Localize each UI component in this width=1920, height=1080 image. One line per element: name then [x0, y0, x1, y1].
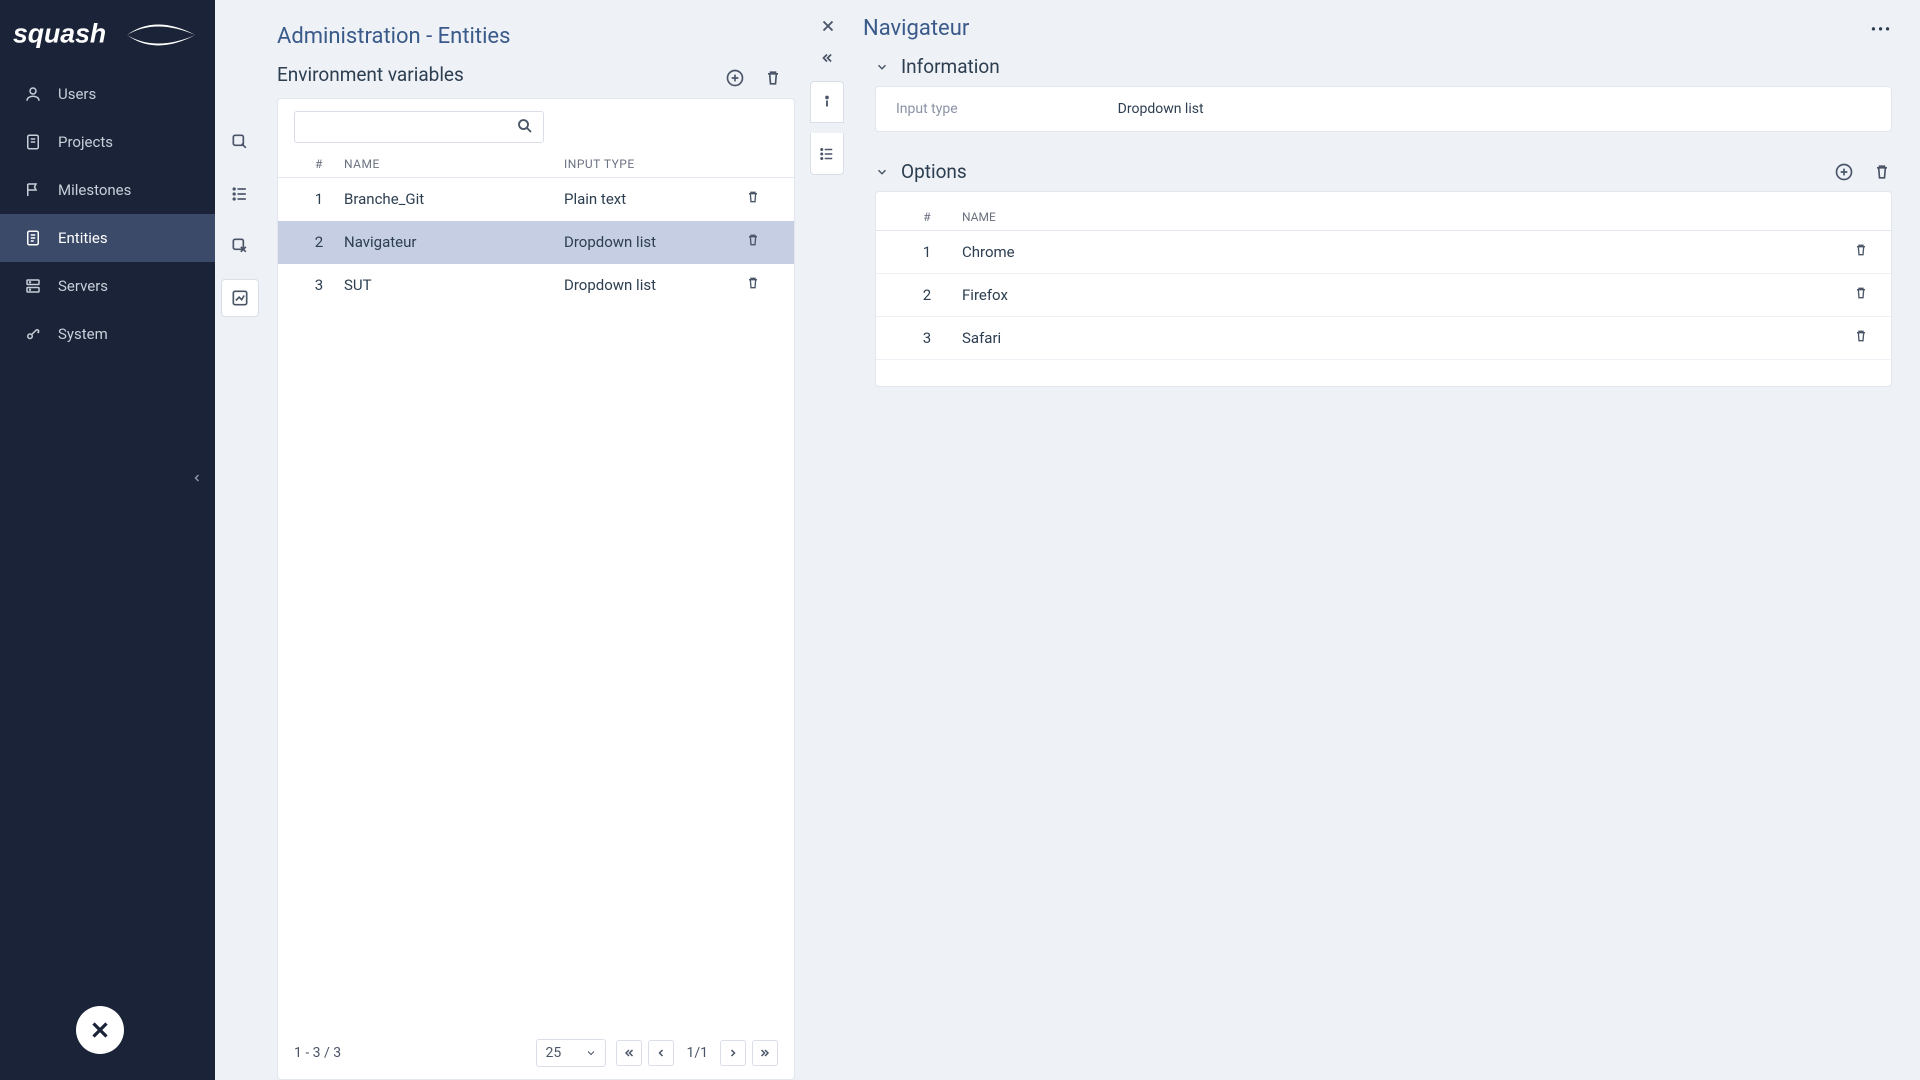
opt-cell-num: 3: [892, 329, 962, 347]
opt-col-name: NAME: [962, 210, 1815, 224]
sidebar-item-label: Projects: [58, 133, 113, 151]
detail-close-button[interactable]: [819, 16, 837, 41]
svg-text:squash: squash: [13, 19, 106, 49]
opt-cell-name: Safari: [962, 329, 1815, 347]
nav-list: Users Projects Milestones Entities Serve…: [0, 70, 215, 980]
table-row[interactable]: 2 Navigateur Dropdown list: [278, 221, 794, 264]
logo[interactable]: squash: [0, 0, 215, 70]
sidebar-item-milestones[interactable]: Milestones: [0, 166, 215, 214]
sidebar-item-projects[interactable]: Projects: [0, 118, 215, 166]
pager-prev-button[interactable]: [648, 1040, 674, 1066]
delete-option-button[interactable]: [1872, 162, 1892, 182]
opt-cell-name: Chrome: [962, 243, 1815, 261]
close-button[interactable]: [76, 1006, 124, 1054]
detail-title: Navigateur: [863, 16, 969, 41]
pager-info: 1/1: [680, 1045, 714, 1061]
more-menu-button[interactable]: •••: [1871, 22, 1892, 38]
cell-input-type: Plain text: [564, 190, 728, 208]
page-size-value: 25: [545, 1045, 561, 1061]
delete-variable-button[interactable]: [763, 68, 783, 88]
rail-item-env-vars[interactable]: [221, 279, 259, 317]
cell-input-type: Dropdown list: [564, 233, 728, 251]
info-input-type-label: Input type: [896, 101, 958, 117]
option-row[interactable]: 1 Chrome: [876, 231, 1891, 274]
panel-collapse-button[interactable]: [820, 51, 834, 65]
delete-row-button[interactable]: [728, 232, 778, 252]
delete-row-button[interactable]: [728, 275, 778, 295]
option-row[interactable]: 2 Firefox: [876, 274, 1891, 317]
tab-information[interactable]: [810, 81, 844, 123]
add-variable-button[interactable]: [725, 68, 745, 88]
table-row[interactable]: 1 Branche_Git Plain text: [278, 178, 794, 221]
rail-item-search[interactable]: [221, 123, 259, 161]
cell-num: 1: [294, 190, 344, 208]
info-section-title: Information: [901, 55, 1000, 78]
options-section-title: Options: [901, 160, 967, 183]
subsection-title: Environment variables: [277, 63, 464, 86]
rail-item-edit[interactable]: [221, 227, 259, 265]
sidebar-item-system[interactable]: System: [0, 310, 215, 358]
sidebar-item-label: Servers: [58, 277, 108, 295]
delete-option-row-button[interactable]: [1815, 285, 1875, 305]
sidebar-item-label: System: [58, 325, 108, 343]
entity-type-rail: [215, 115, 265, 317]
page-title: Administration - Entities: [277, 24, 805, 49]
search-icon[interactable]: [516, 117, 534, 139]
col-header-name: NAME: [344, 157, 564, 171]
chevron-down-icon: [585, 1047, 597, 1059]
sidebar: squash Users Projects Milestones Entitie…: [0, 0, 215, 1080]
cell-num: 3: [294, 276, 344, 294]
sidebar-item-entities[interactable]: Entities: [0, 214, 215, 262]
info-section-toggle[interactable]: [875, 60, 889, 74]
col-header-num: #: [294, 157, 344, 171]
sidebar-collapse-icon[interactable]: [191, 472, 203, 488]
cell-input-type: Dropdown list: [564, 276, 728, 294]
pager-next-button[interactable]: [720, 1040, 746, 1066]
sidebar-item-label: Users: [58, 85, 96, 103]
add-option-button[interactable]: [1834, 162, 1854, 182]
delete-row-button[interactable]: [728, 189, 778, 209]
cell-num: 2: [294, 233, 344, 251]
delete-option-row-button[interactable]: [1815, 328, 1875, 348]
cell-name: SUT: [344, 276, 564, 294]
rail-item-list[interactable]: [221, 175, 259, 213]
sidebar-item-label: Entities: [58, 229, 108, 247]
option-row[interactable]: 3 Safari: [876, 317, 1891, 360]
info-input-type-value: Dropdown list: [1118, 101, 1204, 117]
options-section-toggle[interactable]: [875, 165, 889, 179]
opt-col-num: #: [892, 210, 962, 224]
col-header-input-type: INPUT TYPE: [564, 157, 728, 171]
page-size-select[interactable]: 25: [536, 1039, 606, 1067]
sidebar-item-users[interactable]: Users: [0, 70, 215, 118]
tab-options[interactable]: [810, 133, 844, 175]
pager-range: 1 - 3 / 3: [294, 1045, 341, 1061]
opt-cell-num: 2: [892, 286, 962, 304]
opt-cell-num: 1: [892, 243, 962, 261]
opt-cell-name: Firefox: [962, 286, 1815, 304]
search-input[interactable]: [294, 111, 544, 143]
delete-option-row-button[interactable]: [1815, 242, 1875, 262]
table-row[interactable]: 3 SUT Dropdown list: [278, 264, 794, 307]
pager-first-button[interactable]: [616, 1040, 642, 1066]
cell-name: Navigateur: [344, 233, 564, 251]
sidebar-item-label: Milestones: [58, 181, 131, 199]
sidebar-item-servers[interactable]: Servers: [0, 262, 215, 310]
pager-last-button[interactable]: [752, 1040, 778, 1066]
cell-name: Branche_Git: [344, 190, 564, 208]
